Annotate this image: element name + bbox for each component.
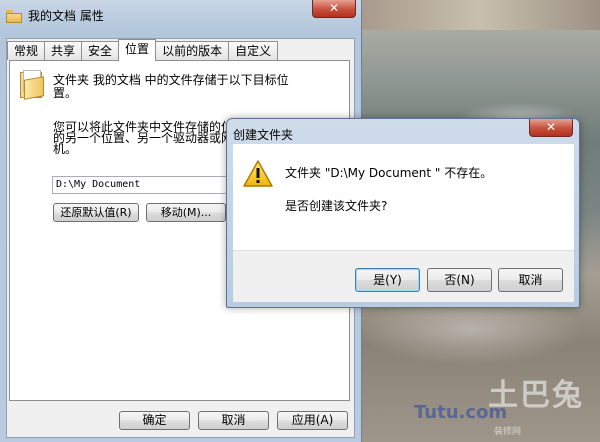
cancel-button[interactable]: 取消 bbox=[198, 411, 269, 430]
tab-customize[interactable]: 自定义 bbox=[228, 41, 279, 60]
properties-window-titlebar[interactable]: 我的文档 属性 bbox=[6, 6, 104, 26]
location-description-line: 文件夹 我的文档 中的文件存储于以下目标位 bbox=[53, 73, 289, 87]
tab-security[interactable]: 安全 bbox=[81, 41, 120, 60]
no-button[interactable]: 否(N) bbox=[427, 268, 492, 292]
dialog-cancel-button[interactable]: 取消 bbox=[498, 268, 563, 292]
move-button[interactable]: 移动(M)... bbox=[146, 203, 226, 222]
tab-sharing[interactable]: 共享 bbox=[44, 41, 83, 60]
tab-previous-versions[interactable]: 以前的版本 bbox=[155, 41, 230, 60]
dialog-message: 文件夹 "D:\My Document " 不存在。 bbox=[285, 166, 493, 180]
dialog-title: 创建文件夹 bbox=[233, 128, 294, 142]
dialog-close-button[interactable]: ✕ bbox=[529, 119, 573, 137]
tab-strip: 常规 共享 安全 位置 以前的版本 自定义 bbox=[7, 39, 279, 61]
close-icon: ✕ bbox=[328, 1, 340, 15]
apply-button[interactable]: 应用(A) bbox=[277, 411, 348, 430]
close-icon: ✕ bbox=[545, 120, 557, 134]
tab-general[interactable]: 常规 bbox=[7, 41, 46, 60]
dialog-question: 是否创建该文件夹? bbox=[285, 199, 388, 213]
watermark-subtext: 装修网 bbox=[494, 427, 522, 437]
background-scenery bbox=[360, 0, 600, 30]
yes-button[interactable]: 是(Y) bbox=[355, 268, 420, 292]
ok-button[interactable]: 确定 bbox=[119, 411, 190, 430]
watermark: 土巴兔 Tutu.com 装修网 bbox=[384, 360, 594, 440]
restore-default-button[interactable]: 还原默认值(R) bbox=[53, 203, 139, 222]
watermark-url: Tutu.com bbox=[414, 402, 508, 423]
tab-location[interactable]: 位置 bbox=[118, 39, 157, 61]
close-button[interactable]: ✕ bbox=[312, 0, 356, 18]
documents-folder-icon bbox=[20, 70, 44, 100]
warning-icon bbox=[243, 160, 273, 187]
folder-icon bbox=[6, 9, 22, 23]
properties-window-title: 我的文档 属性 bbox=[28, 9, 104, 23]
location-description: 文件夹 我的文档 中的文件存储于以下目标位 置。 bbox=[53, 74, 333, 100]
location-description-line: 置。 bbox=[53, 86, 78, 100]
